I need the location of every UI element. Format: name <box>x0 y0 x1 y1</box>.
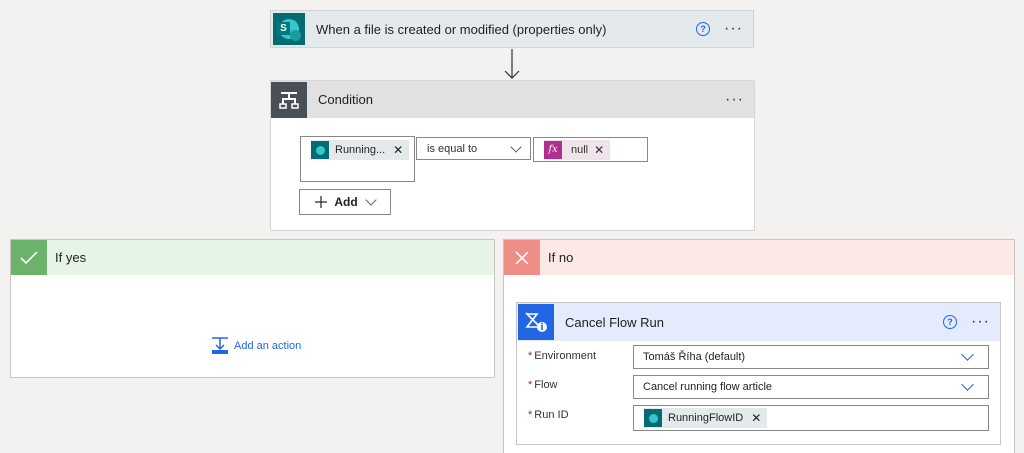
environment-dropdown[interactable]: Tomáš Říha (default) <box>633 345 989 369</box>
cancel-flow-icon <box>518 304 554 340</box>
if-yes-header[interactable]: If yes <box>11 240 494 275</box>
add-an-action-button[interactable]: Add an action <box>211 337 301 355</box>
environment-label: * Environment <box>528 350 597 362</box>
remove-token-button[interactable]: ✕ <box>594 143 604 157</box>
condition-header[interactable]: Condition ··· <box>271 81 754 118</box>
run-id-field[interactable]: RunningFlowID ✕ <box>633 405 989 431</box>
if-yes-branch: If yes <box>10 239 495 378</box>
if-yes-title: If yes <box>55 250 87 265</box>
close-icon <box>504 240 540 275</box>
trigger-title: When a file is created or modified (prop… <box>316 21 607 37</box>
chevron-down-icon <box>364 194 377 206</box>
chevron-down-icon <box>961 348 974 361</box>
add-action-label: Add an action <box>234 340 302 352</box>
add-label: Add <box>334 195 358 209</box>
flow-dropdown[interactable]: Cancel running flow article <box>633 375 989 399</box>
expression-token[interactable]: fx null ✕ <box>544 139 611 160</box>
token-label: RunningFlowID <box>668 412 744 424</box>
cancel-flow-run-header[interactable]: Cancel Flow Run ? ··· <box>517 303 1000 341</box>
sharepoint-icon <box>644 409 662 427</box>
add-condition-button[interactable]: Add <box>299 189 391 215</box>
flow-arrow-icon <box>504 49 520 79</box>
fx-icon: fx <box>544 140 562 159</box>
environment-value: Tomáš Říha (default) <box>643 351 746 363</box>
dynamic-content-token[interactable]: Running... ✕ <box>311 140 410 160</box>
token-label: null <box>571 143 589 156</box>
flow-label: * Flow <box>528 379 558 391</box>
help-icon[interactable]: ? <box>696 22 711 36</box>
operator-value: is equal to <box>427 142 478 155</box>
trigger-card[interactable]: S When a file is created or modified (pr… <box>270 10 754 48</box>
operator-dropdown[interactable]: is equal to <box>416 137 531 160</box>
condition-icon <box>271 81 307 118</box>
condition-left-operand[interactable]: Running... ✕ <box>300 136 415 182</box>
chevron-down-icon <box>510 140 522 153</box>
if-no-title: If no <box>548 250 574 265</box>
more-options-button[interactable]: ··· <box>725 91 744 107</box>
plus-icon <box>315 196 328 208</box>
condition-right-operand[interactable]: fx null ✕ <box>533 137 648 162</box>
chevron-down-icon <box>961 378 974 391</box>
help-icon[interactable]: ? <box>943 315 958 329</box>
dynamic-content-token[interactable]: RunningFlowID ✕ <box>644 408 768 428</box>
remove-token-button[interactable]: ✕ <box>751 411 761 425</box>
token-label: Running... <box>335 144 386 156</box>
flow-value: Cancel running flow article <box>643 381 773 393</box>
more-options-button[interactable]: ··· <box>971 314 990 330</box>
add-action-icon <box>212 337 228 354</box>
remove-token-button[interactable]: ✕ <box>393 143 403 157</box>
check-icon <box>11 240 47 275</box>
run-id-label: * Run ID <box>528 409 569 421</box>
condition-title: Condition <box>318 92 373 107</box>
sharepoint-icon: S <box>273 13 305 45</box>
cancel-flow-run-title: Cancel Flow Run <box>565 314 664 330</box>
if-no-header[interactable]: If no <box>504 240 1014 275</box>
sharepoint-icon <box>311 141 329 159</box>
more-options-button[interactable]: ··· <box>724 21 743 37</box>
